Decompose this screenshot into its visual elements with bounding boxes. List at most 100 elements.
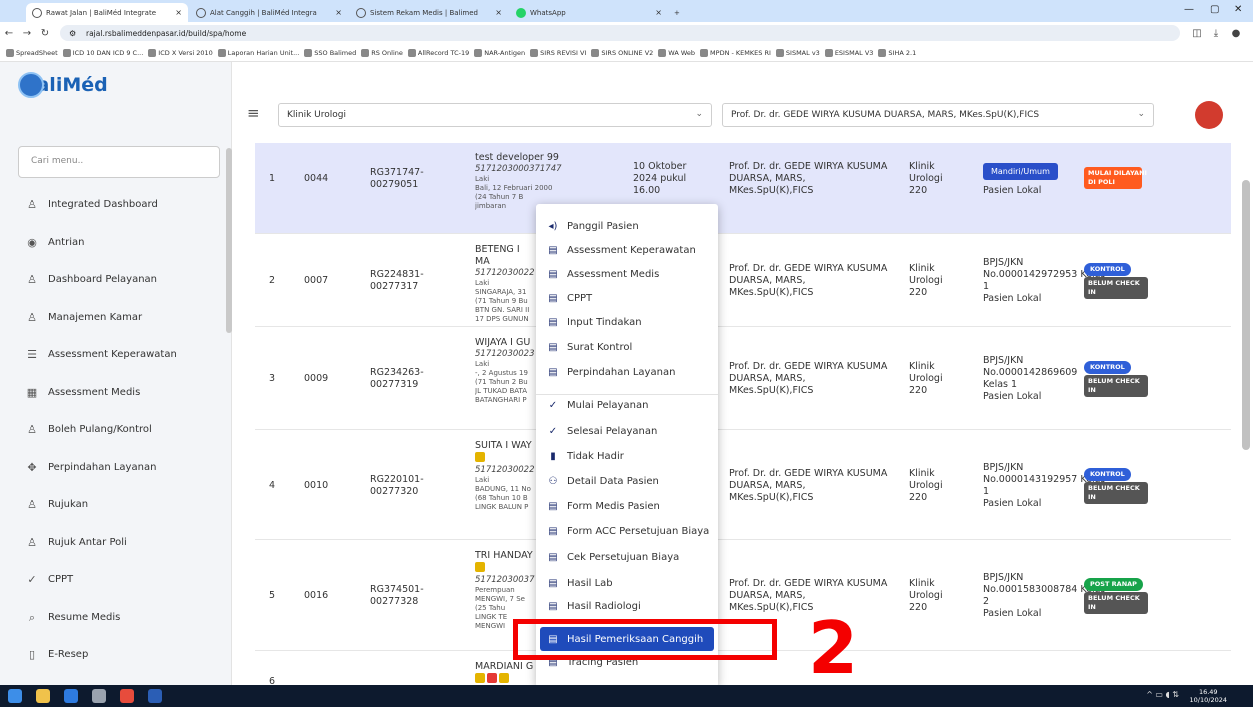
bookmark-11[interactable]: MPDN - KEMKES RI (700, 48, 771, 57)
browser-tab-1[interactable]: Rawat Jalan | BaliMéd Integrate × (26, 3, 188, 22)
minimize-icon[interactable]: — (1184, 4, 1194, 15)
menu-item-hasil-radiologi[interactable]: ▤ Hasil Radiologi (546, 601, 640, 612)
close-tab-icon[interactable]: × (649, 8, 662, 17)
browser-tab-4[interactable]: WhatsApp × (510, 3, 668, 22)
clinic-select[interactable]: Klinik Urologi ⌄ (278, 103, 712, 127)
menu-item-tidak-hadir[interactable]: ▮ Tidak Hadir (546, 451, 624, 462)
balimed-logo[interactable]: BaliMéd (18, 72, 108, 98)
bookmark-9[interactable]: SIRS ONLINE V2 (591, 48, 653, 57)
bookmark-icon (361, 48, 370, 57)
menu-item-detail-data-pasien[interactable]: ⚇ Detail Data Pasien (546, 476, 659, 487)
bookmark-4[interactable]: SSO Balimed (304, 48, 356, 57)
menu-item-assessment-medis[interactable]: ▤ Assessment Medis (546, 269, 659, 280)
bookmark-icon (824, 48, 833, 57)
file-explorer-icon[interactable] (36, 689, 50, 703)
menu-item-form-acc-persetujuan-biaya[interactable]: ▤ Form ACC Persetujuan Biaya (546, 526, 709, 537)
bookmarks-bar: SpreadSheet ICD 10 DAN ICD 9 C... ICD X Ve… (0, 44, 1253, 62)
sidebar-item-antrian[interactable]: ◉ Antrian (24, 236, 84, 249)
menu-item-input-tindakan[interactable]: ▤ Input Tindakan (546, 317, 641, 328)
user-avatar[interactable] (1195, 101, 1223, 129)
sidebar-item-dashboard-pelayanan[interactable]: ♙ Dashboard Pelayanan (24, 273, 157, 286)
menu-item-selesai-pelayanan[interactable]: ✓ Selesai Pelayanan (546, 426, 658, 437)
menu-item-cek-persetujuan-biaya[interactable]: ▤ Cek Persetujuan Biaya (546, 552, 679, 563)
browser-tab-2[interactable]: Alat Canggih | BaliMéd Integra × (190, 3, 348, 22)
bookmark-10[interactable]: WA Web (658, 48, 695, 57)
bookmark-2[interactable]: ICD X Versi 2010 (148, 48, 213, 57)
back-icon[interactable]: ← (0, 28, 18, 39)
edge-icon[interactable] (64, 689, 78, 703)
patient-detail-line: BADUNG, 11 No (475, 485, 531, 493)
sidebar-item-boleh-pulang-kontrol[interactable]: ♙ Boleh Pulang/Kontrol (24, 423, 152, 436)
sidebar-item-e-resep[interactable]: ▯ E-Resep (24, 648, 88, 661)
menu-item-assessment-keperawatan[interactable]: ▤ Assessment Keperawatan (546, 245, 696, 256)
bookmark-8[interactable]: SIRS REVISI VI (530, 48, 586, 57)
sidebar-item-assessment-keperawatan[interactable]: ☰ Assessment Keperawatan (24, 348, 177, 361)
bookmark-3[interactable]: Laporan Harian Unit... (217, 48, 299, 57)
new-tab-button[interactable]: + (668, 3, 688, 22)
site-info-icon[interactable]: ⚙ (69, 29, 76, 38)
url-field[interactable]: ⚙ rajal.rsbalimeddenpasar.id/build/spa/ho… (60, 25, 1180, 41)
sidebar-item-perpindahan-layanan[interactable]: ✥ Perpindahan Layanan (24, 461, 156, 474)
site-icon (356, 7, 366, 18)
word-icon[interactable] (148, 689, 162, 703)
menu-item-perpindahan-layanan[interactable]: ▤ Perpindahan Layanan (546, 367, 675, 378)
page-scrollbar[interactable] (1242, 180, 1250, 450)
menu-item-surat-kontrol[interactable]: ▤ Surat Kontrol (546, 342, 632, 353)
bookmark-5[interactable]: RS Online (361, 48, 403, 57)
bookmark-12[interactable]: SISMAL v3 (775, 48, 820, 57)
reload-icon[interactable]: ↻ (36, 28, 54, 39)
sidebar-item-resume-medis[interactable]: ⌕ Resume Medis (24, 611, 120, 625)
menu-item-mulai-pelayanan[interactable]: ✓ Mulai Pelayanan (546, 400, 649, 411)
profile-icon[interactable]: ● (1227, 28, 1245, 39)
close-tab-icon[interactable]: × (329, 8, 342, 17)
bookmark-6[interactable]: AllRecord TC-19 (407, 48, 469, 57)
taskbar-clock[interactable]: 16.49 10/10/2024 (1190, 688, 1227, 704)
poli-name: Klinik Urologi 220 (909, 361, 943, 396)
table-row[interactable]: 2 0007 RG224831- 00277317 BETENG I MA 517120… (255, 235, 1231, 327)
app-icon[interactable] (92, 689, 106, 703)
sidebar-scrollbar[interactable] (226, 148, 232, 333)
table-row[interactable]: 4 0010 RG220101- 00277320 SUITA I WAY 517120… (255, 431, 1231, 540)
menu-item-label: Assessment Medis (567, 269, 660, 280)
patient-detail-line: (25 Tahu (475, 604, 506, 612)
hamburger-menu-icon[interactable]: ≡ (247, 104, 260, 122)
bookmark-7[interactable]: NAR-Antigen (474, 48, 525, 57)
address-bar-row: ← → ↻ ⚙ rajal.rsbalimeddenpasar.id/build/… (0, 22, 1253, 44)
sidebar-item-integrated-dashboard[interactable]: ♙ Integrated Dashboard (24, 198, 158, 211)
sidebar-item-cppt[interactable]: ✓ CPPT (24, 573, 73, 586)
menu-item-panggil-pasien[interactable]: ◂) Panggil Pasien (546, 221, 639, 232)
status-square-icon (499, 673, 509, 683)
browser-tab-3[interactable]: Sistem Rekam Medis | Balimed × (350, 3, 508, 22)
screenshot-icon[interactable]: ◫ (1188, 28, 1206, 39)
menu-item-label: Tidak Hadir (567, 451, 624, 462)
chrome-icon[interactable] (120, 689, 134, 703)
table-row[interactable]: 3 0009 RG234263- 00277319 WIJAYA I GU 517120… (255, 328, 1231, 430)
bookmark-icon (591, 48, 600, 57)
close-tab-icon[interactable]: × (169, 8, 182, 17)
restore-icon[interactable]: ▢ (1210, 4, 1219, 15)
close-window-icon[interactable]: ✕ (1234, 4, 1242, 15)
sidebar-item-assessment-medis[interactable]: ▦ Assessment Medis (24, 386, 140, 399)
sidebar-item-rujukan[interactable]: ♙ Rujukan (24, 498, 88, 511)
speaker-icon: ◂) (548, 221, 558, 232)
bookmark-0[interactable]: SpreadSheet (6, 48, 58, 57)
bookmark-13[interactable]: ESISMAL V3 (824, 48, 873, 57)
patient-type: Pasien Lokal (983, 185, 1042, 196)
windows-start-icon[interactable] (8, 689, 22, 703)
bookmark-14[interactable]: SIHA 2.1 (878, 48, 916, 57)
bookmark-1[interactable]: ICD 10 DAN ICD 9 C... (62, 48, 143, 57)
system-tray[interactable]: ^ ▭ ◖ ⇅ (1146, 690, 1179, 699)
sidebar-item-rujuk-antar-poli[interactable]: ♙ Rujuk Antar Poli (24, 536, 127, 549)
sidebar-item-manajemen-kamar[interactable]: ♙ Manajemen Kamar (24, 311, 142, 324)
appointment-date: 10 Oktober 2024 pukul 16.00 (633, 161, 687, 196)
close-tab-icon[interactable]: × (489, 8, 502, 17)
table-row[interactable]: 1 0044 RG371747- 00279051 test developer 99… (255, 143, 1231, 234)
forward-icon[interactable]: → (18, 28, 36, 39)
menu-item-cppt[interactable]: ▤ CPPT (546, 293, 592, 304)
menu-search-input[interactable]: Cari menu.. (18, 146, 220, 178)
bookmark-icon (878, 48, 887, 57)
download-icon[interactable]: ⤓ (1207, 28, 1225, 39)
doctor-select[interactable]: Prof. Dr. dr. GEDE WIRYA KUSUMA DUARSA, … (722, 103, 1154, 127)
menu-item-hasil-lab[interactable]: ▤ Hasil Lab (546, 578, 612, 589)
menu-item-form-medis-pasien[interactable]: ▤ Form Medis Pasien (546, 501, 660, 512)
